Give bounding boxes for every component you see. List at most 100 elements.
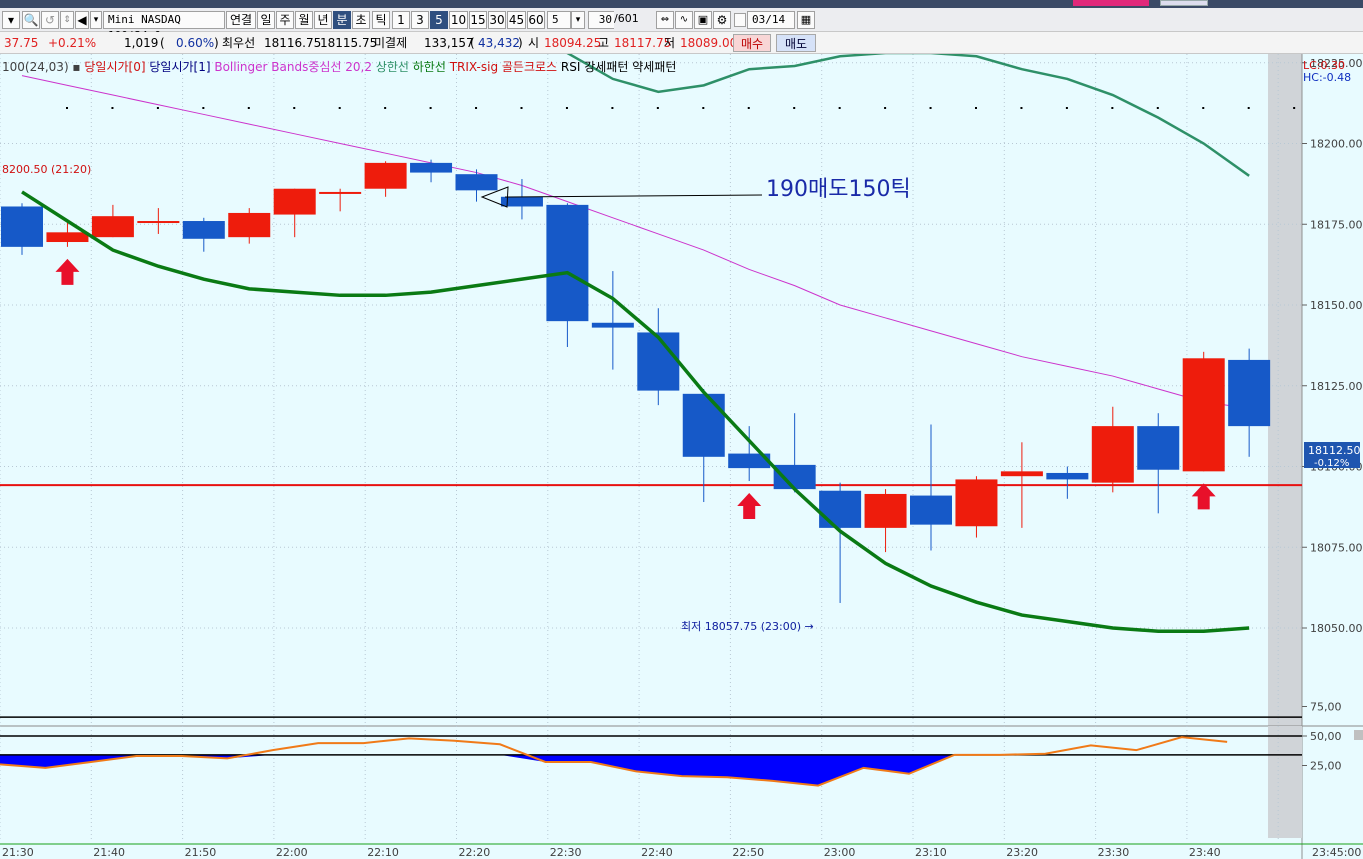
interval-button-60[interactable]: 60 bbox=[527, 11, 545, 29]
rsi-weak-fill bbox=[0, 754, 1228, 786]
period-button-3[interactable]: 년 bbox=[314, 11, 332, 29]
candle-body bbox=[773, 464, 816, 490]
open-dot bbox=[884, 107, 887, 109]
open-dot bbox=[66, 107, 68, 109]
scroll-up-icon[interactable] bbox=[1354, 730, 1363, 740]
legend-item: RSI 강세패턴 bbox=[561, 60, 632, 74]
x-tick-label: 21:30 bbox=[2, 846, 34, 859]
x-tick-label: 21:50 bbox=[185, 846, 217, 859]
candle-body bbox=[1228, 359, 1271, 427]
candle-body bbox=[91, 216, 134, 238]
open-dot bbox=[202, 107, 205, 109]
open-dot bbox=[384, 107, 387, 109]
price-chart[interactable]: 18225.0018200.0018175.0018150.0018125.00… bbox=[0, 54, 1363, 859]
low-marker: 최저 18057.75 (23:00) → bbox=[681, 620, 814, 633]
x-tick-labels: 21:30 21:40 21:50 22:00 22:10 22:20 22:30 22:40… bbox=[2, 846, 1361, 859]
volume-pct: 0.60% bbox=[176, 36, 215, 50]
chevron-down-icon[interactable]: ▾ bbox=[90, 11, 102, 29]
rsi-tick-label: 50,00 bbox=[1310, 730, 1342, 743]
dropdown-arrow-icon[interactable]: ▾ bbox=[2, 11, 20, 29]
interval-dropdown-icon[interactable]: ▾ bbox=[571, 11, 585, 29]
symbol-field[interactable]: Mini NASDAQ 100(24.0 bbox=[103, 11, 225, 42]
open-price: 18094.25 bbox=[544, 36, 602, 50]
date-checkbox[interactable] bbox=[734, 13, 746, 27]
high-label: 고 bbox=[598, 36, 610, 50]
x-tick-label: 23:20 bbox=[1006, 846, 1038, 859]
rsi-tick-label: 75,00 bbox=[1310, 701, 1342, 714]
legend-item: Bollinger Bands중심선 20,2 bbox=[214, 60, 375, 74]
candle-body bbox=[955, 479, 998, 527]
price-fragment: 37.75 bbox=[4, 36, 39, 50]
candle-body bbox=[455, 174, 498, 191]
open-dot bbox=[565, 107, 568, 109]
x-tick-label: 22:00 bbox=[276, 846, 308, 859]
spin-icon[interactable]: ⇕ bbox=[60, 11, 74, 29]
save-icon[interactable]: ▣ bbox=[694, 11, 712, 29]
y-tick-label: 18175.00 bbox=[1310, 218, 1363, 231]
sell-button[interactable]: 매도 bbox=[776, 34, 816, 52]
candle-body bbox=[319, 191, 362, 194]
interval-button-10[interactable]: 10 bbox=[449, 11, 468, 29]
login-badge[interactable] bbox=[1073, 0, 1149, 6]
candle-body bbox=[864, 493, 907, 528]
candle-body bbox=[1137, 426, 1180, 470]
candle-body bbox=[46, 232, 89, 243]
chart-toolbar: ▾ 🔍 ↺ ⇕ ◀ ▾ Mini NASDAQ 100(24.0 연결 5 ▾ … bbox=[0, 8, 1363, 42]
interval-button-15[interactable]: 15 bbox=[469, 11, 487, 29]
open-dot bbox=[656, 107, 659, 109]
open-dot bbox=[1111, 107, 1114, 109]
period-button-5[interactable]: 초 bbox=[352, 11, 370, 29]
x-tick-label: 22:40 bbox=[641, 846, 673, 859]
candle-body bbox=[910, 495, 952, 525]
candle-body bbox=[1091, 426, 1134, 483]
y-tick-label: 18075.00 bbox=[1310, 541, 1363, 554]
open-dot bbox=[247, 107, 250, 109]
title-strip bbox=[0, 0, 1363, 8]
period-button-4[interactable]: 분 bbox=[333, 11, 351, 29]
rsi-tick-label: 25,00 bbox=[1310, 760, 1342, 773]
low-label: 저 bbox=[664, 36, 676, 50]
interval-button-1[interactable]: 1 bbox=[392, 11, 410, 29]
legend-item: 당일시가[0] bbox=[84, 60, 149, 74]
date-field[interactable]: 03/14 bbox=[747, 11, 795, 29]
right-margin-shade bbox=[1268, 54, 1302, 726]
low-price: 18089.00 bbox=[680, 36, 738, 50]
link-button[interactable]: 연결 bbox=[226, 11, 256, 29]
high-price: 18117.75 bbox=[614, 36, 672, 50]
open-dot bbox=[702, 107, 705, 109]
period-button-6[interactable]: 틱 bbox=[372, 11, 390, 29]
legend: 100(24,03) ▪ 당일시가[0] 당일시가[1] Bollinger B… bbox=[2, 59, 676, 74]
rsi-margin-shade bbox=[1268, 726, 1302, 838]
buy-button[interactable]: 매수 bbox=[733, 34, 771, 52]
reset-icon[interactable]: ↺ bbox=[41, 11, 59, 29]
interval-button-5[interactable]: 5 bbox=[430, 11, 448, 29]
interval-button-30[interactable]: 30 bbox=[488, 11, 506, 29]
interval-input[interactable]: 5 bbox=[547, 11, 571, 29]
x-tick-label: 23:10 bbox=[915, 846, 947, 859]
y-tick-label: 18125.00 bbox=[1310, 380, 1363, 393]
open-dot bbox=[1202, 107, 1205, 109]
interval-button-45[interactable]: 45 bbox=[507, 11, 526, 29]
chart-type-icon[interactable]: ∿ bbox=[675, 11, 693, 29]
open-dot bbox=[475, 107, 478, 109]
period-button-1[interactable]: 주 bbox=[276, 11, 294, 29]
legend-item: TRIX-sig 골든크로스 bbox=[449, 60, 561, 74]
period-button-0[interactable]: 일 bbox=[257, 11, 275, 29]
open-dot bbox=[1065, 107, 1068, 109]
open-dot bbox=[429, 107, 432, 109]
zoom-in-icon[interactable]: ⇔ bbox=[656, 11, 674, 29]
calendar-icon[interactable]: ▦ bbox=[797, 11, 815, 29]
oi-label: 미결제 bbox=[374, 36, 408, 50]
search-icon[interactable]: 🔍 bbox=[22, 11, 40, 29]
period-button-2[interactable]: 월 bbox=[295, 11, 313, 29]
count-total: /601 bbox=[614, 12, 639, 25]
interval-button-3[interactable]: 3 bbox=[411, 11, 429, 29]
count-input[interactable]: 30 bbox=[588, 11, 614, 29]
y-tick-label: 18050.00 bbox=[1310, 622, 1363, 635]
x-tick-label: 22:20 bbox=[459, 846, 491, 859]
candle-body bbox=[1000, 471, 1043, 477]
speaker-icon[interactable]: ◀ bbox=[75, 11, 89, 29]
gear-icon[interactable]: ⚙ bbox=[713, 11, 731, 29]
window-box[interactable] bbox=[1160, 0, 1208, 6]
candle-body bbox=[273, 188, 316, 215]
